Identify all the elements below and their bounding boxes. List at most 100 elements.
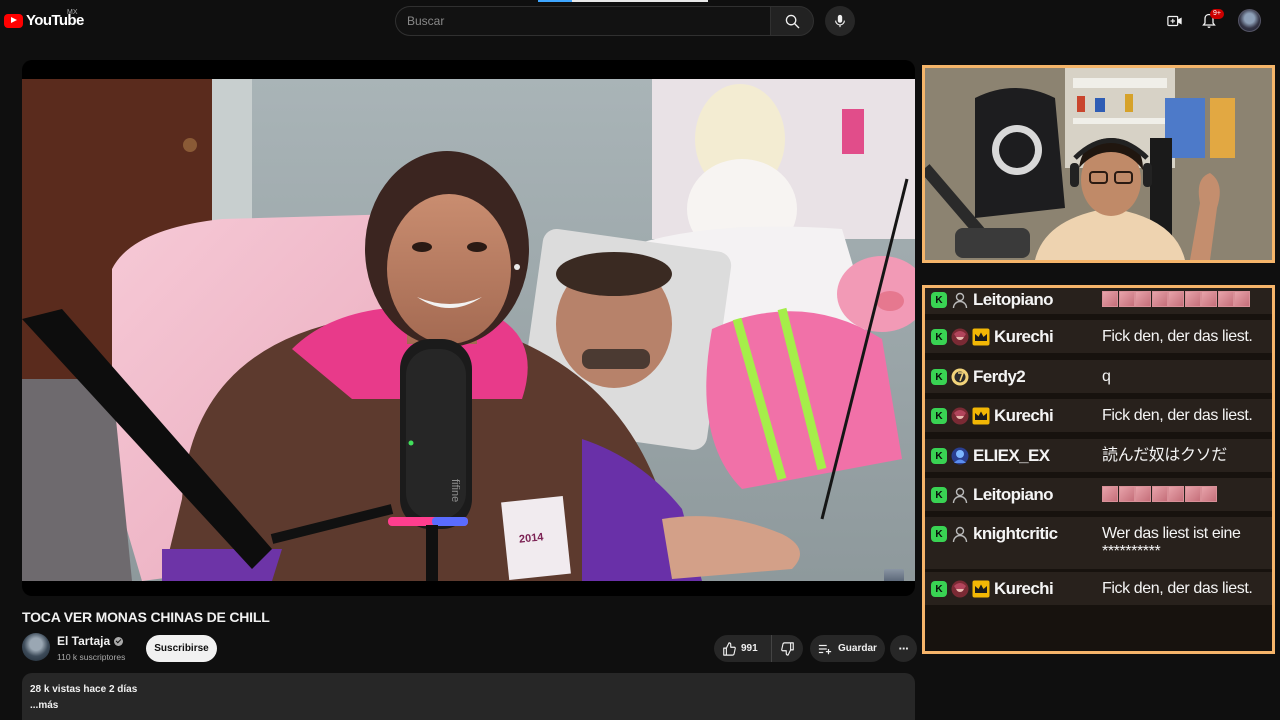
chat-message: K Kurechi Fick den, der das liest. [925, 399, 1272, 432]
pink-emote-icon [1151, 291, 1168, 307]
overlay-thumbnail [884, 569, 904, 581]
kick-badge-icon: K [931, 526, 947, 542]
like-button[interactable]: 991 [714, 635, 772, 662]
thumbs-up-icon [723, 641, 736, 656]
video-camera-plus-icon [1167, 15, 1182, 27]
chat-username: Kurechi [994, 406, 1054, 425]
pink-emote-icon [1168, 291, 1184, 307]
chat-text: Fick den, der das liest. [1102, 328, 1253, 345]
verified-check-icon [114, 636, 124, 646]
chat-username: Kurechi [994, 579, 1054, 598]
crown-icon [972, 328, 990, 346]
video-player[interactable]: 2014 fifine [22, 60, 915, 596]
emote-strip [1102, 291, 1251, 307]
crown-icon [972, 407, 990, 425]
chat-username: Leitopiano [973, 290, 1054, 309]
gold-emblem-icon [951, 368, 969, 386]
pink-emote-icon [1184, 291, 1201, 307]
pink-emote-icon [1217, 291, 1234, 307]
pink-emote-icon [1168, 486, 1184, 502]
chat-overlay: K Leitopiano K Kurechi Fick den, der das… [922, 285, 1275, 654]
video-title: TOCA VER MONAS CHINAS DE CHILL [22, 609, 270, 625]
pink-emote-icon [1151, 486, 1168, 502]
chat-text: 読んだ奴はクソだ [1102, 447, 1227, 464]
search-input[interactable] [396, 7, 770, 35]
top-bar: YouTube MX 9+ [0, 0, 1280, 42]
chat-username: Kurechi [994, 327, 1054, 346]
chat-text: q [1102, 368, 1111, 385]
chat-text: Wer das liest ist eine ********** [1102, 525, 1241, 560]
chat-text: Fick den, der das liest. [1102, 580, 1253, 597]
chat-username: ELIEX_EX [973, 446, 1050, 465]
blue-avatar-icon [951, 447, 969, 465]
chat-text: Fick den, der das liest. [1102, 407, 1253, 424]
chat-message: K Ferdy2 q [925, 360, 1272, 393]
kick-badge-icon: K [931, 448, 947, 464]
chat-message: K Kurechi Fick den, der das liest. [925, 320, 1272, 353]
channel-name[interactable]: El Tartaja [57, 634, 124, 648]
chat-message: K knightcritic Wer das liest ist eine **… [925, 517, 1272, 569]
pink-emote-icon [1135, 486, 1151, 502]
user-silhouette-icon [952, 292, 968, 309]
more-dots-icon: ··· [898, 641, 910, 656]
kick-badge-icon: K [931, 369, 947, 385]
channel-avatar[interactable] [22, 633, 50, 661]
chat-username: Leitopiano [973, 485, 1054, 504]
user-silhouette-icon [952, 526, 968, 543]
kick-badge-icon: K [931, 329, 947, 345]
save-label: Guardar [838, 643, 877, 654]
kick-badge-icon: K [931, 581, 947, 597]
video-scene: 2014 fifine [22, 79, 915, 581]
subscriber-count: 110 k suscriptores [57, 652, 126, 662]
create-button[interactable] [1164, 10, 1186, 32]
pink-emote-icon [1135, 291, 1151, 307]
pink-emote-icon [1118, 486, 1135, 502]
subscribe-button[interactable]: Suscribirse [146, 635, 217, 662]
show-more-link[interactable]: ...más [30, 700, 907, 711]
pink-emote-icon [1102, 486, 1118, 502]
channel-name-text: El Tartaja [57, 634, 111, 648]
dislike-button[interactable] [772, 635, 803, 662]
pink-emote-icon [1102, 291, 1118, 307]
chat-username: Ferdy2 [973, 367, 1026, 386]
chat-username: knightcritic [973, 524, 1058, 543]
pink-emote-icon [1201, 486, 1217, 502]
search-button[interactable] [770, 6, 814, 36]
anime-avatar-icon [951, 580, 969, 598]
view-count-date: 28 k vistas hace 2 días [30, 684, 138, 695]
crown-icon [972, 580, 990, 598]
chat-message: K ELIEX_EX 読んだ奴はクソだ [925, 439, 1272, 472]
microphone-icon [835, 14, 845, 28]
chat-message: K Leitopiano [925, 478, 1272, 511]
save-button[interactable]: Guardar [810, 635, 885, 662]
description-box[interactable]: 28 k vistas hace 2 días ...más [22, 673, 915, 720]
anime-avatar-icon [951, 407, 969, 425]
mic-brand-label: fifine [449, 479, 461, 502]
pink-emote-icon [1234, 291, 1250, 307]
search-box [395, 6, 770, 36]
chat-message: K Leitopiano [925, 288, 1272, 314]
kick-badge-icon: K [931, 487, 947, 503]
search-icon [785, 14, 799, 28]
emote-strip [1102, 486, 1218, 502]
notification-count-badge: 9+ [1210, 9, 1224, 19]
pink-emote-icon [1201, 291, 1217, 307]
chat-message: K Kurechi Fick den, der das liest. [925, 572, 1272, 605]
youtube-play-icon [4, 13, 23, 28]
like-count: 991 [741, 643, 758, 654]
thumbs-down-icon [780, 641, 794, 656]
account-avatar[interactable] [1238, 9, 1261, 32]
webcam-overlay [922, 65, 1275, 263]
webcam-scene [925, 68, 1272, 260]
playlist-add-icon [818, 644, 832, 654]
kick-badge-icon: K [931, 292, 947, 308]
page-load-progress [538, 0, 708, 2]
kick-badge-icon: K [931, 408, 947, 424]
pink-emote-icon [1118, 291, 1135, 307]
like-dislike-group: 991 [714, 635, 803, 662]
voice-search-button[interactable] [825, 6, 855, 36]
pink-emote-icon [1184, 486, 1201, 502]
country-code: MX [67, 9, 78, 16]
more-actions-button[interactable]: ··· [890, 635, 917, 662]
video-frame[interactable]: 2014 fifine [22, 79, 915, 581]
